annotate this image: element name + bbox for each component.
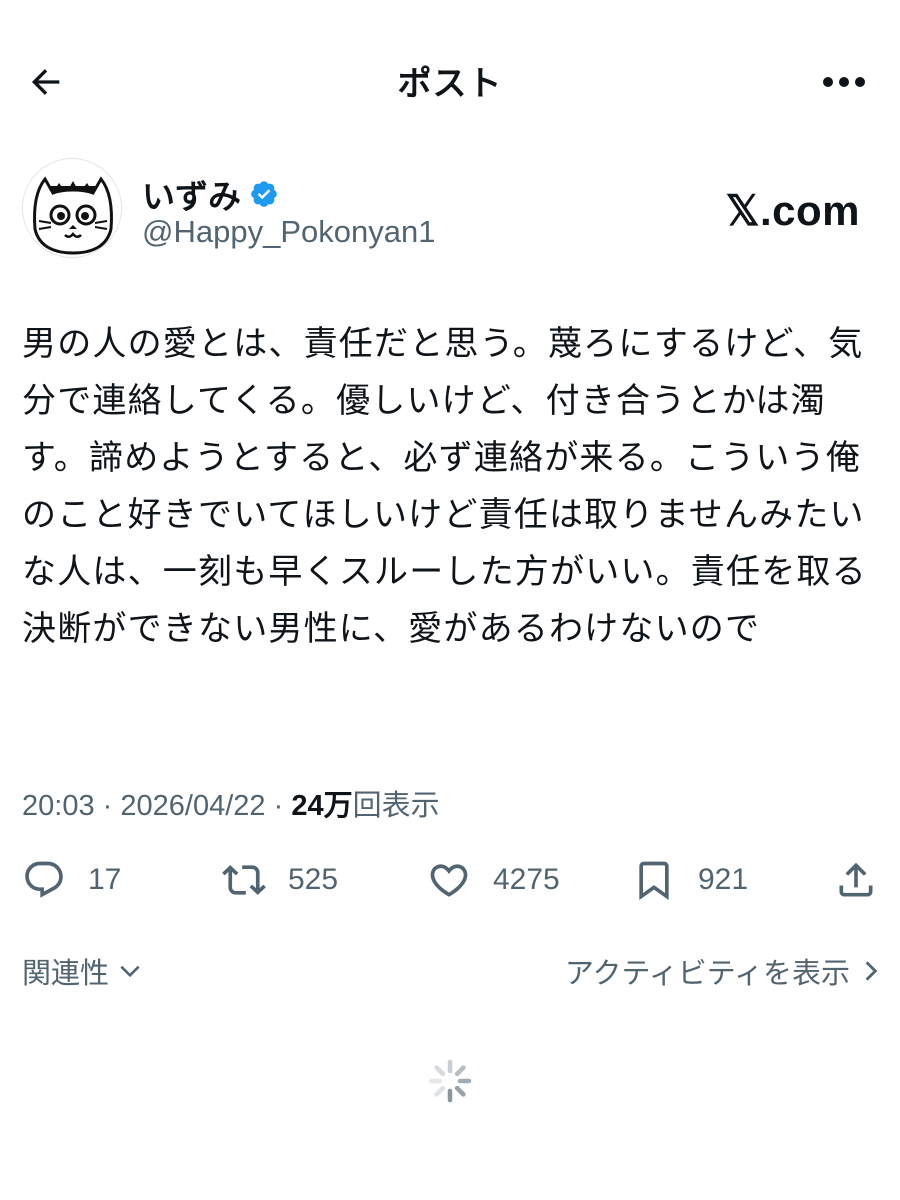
heart-icon (430, 864, 468, 897)
reply-button[interactable]: 17 (22, 852, 121, 908)
author-row: いずみ @Happy_Pokonyan1 𝕏.com (22, 158, 882, 258)
view-activity-link[interactable]: アクティビティを表示 (565, 950, 882, 992)
activity-label: アクティビティを表示 (564, 956, 850, 990)
x-com-watermark: 𝕏.com (725, 187, 860, 234)
retweet-count: 525 (288, 863, 339, 896)
more-options-button[interactable] (814, 58, 874, 106)
retweet-icon (222, 865, 266, 895)
bookmark-button[interactable]: 921 (632, 852, 748, 908)
top-bar: ポスト (0, 40, 900, 122)
related-label: 関連性 (22, 956, 110, 990)
views-label: 回表示 (352, 790, 440, 822)
share-icon (839, 862, 873, 897)
reply-count: 17 (88, 863, 122, 896)
reply-icon (25, 861, 63, 898)
tweet-text: 男の人の愛とは、責任だと思う。蔑ろにするけど、気分で連絡してくる。優しいけど、付… (22, 324, 867, 649)
action-bar: 17 525 4275 921 (22, 852, 882, 908)
loading-spinner-icon (428, 1059, 472, 1103)
display-name-row[interactable]: いずみ (142, 170, 279, 218)
display-name[interactable]: いずみ (142, 170, 241, 218)
chevron-down-icon (120, 965, 140, 978)
avatar[interactable] (22, 158, 122, 258)
user-handle[interactable]: @Happy_Pokonyan1 (142, 214, 435, 250)
related-sort-button[interactable]: 関連性 (22, 950, 143, 992)
bookmark-icon (639, 861, 669, 901)
bookmark-count: 921 (698, 863, 749, 896)
like-count: 4275 (493, 863, 560, 896)
page-title: ポスト (397, 64, 503, 104)
cat-face-icon (33, 176, 113, 255)
tweet-time[interactable]: 20:03 (22, 790, 95, 822)
verified-badge-icon (251, 181, 277, 207)
views-count: 24万 (291, 790, 353, 822)
footer-row: 関連性 アクティビティを表示 (22, 950, 882, 1000)
meta-separator: · (102, 790, 113, 822)
tweet-meta: 20:03 · 2026/04/22 · 24万回表示 (22, 782, 440, 824)
like-button[interactable]: 4275 (427, 852, 560, 908)
share-button[interactable] (834, 852, 878, 908)
chevron-right-icon (865, 961, 878, 981)
more-dots-icon (823, 77, 865, 87)
meta-separator: · (273, 790, 284, 822)
tweet-date[interactable]: 2026/04/22 (120, 790, 265, 822)
retweet-button[interactable]: 525 (222, 852, 338, 908)
